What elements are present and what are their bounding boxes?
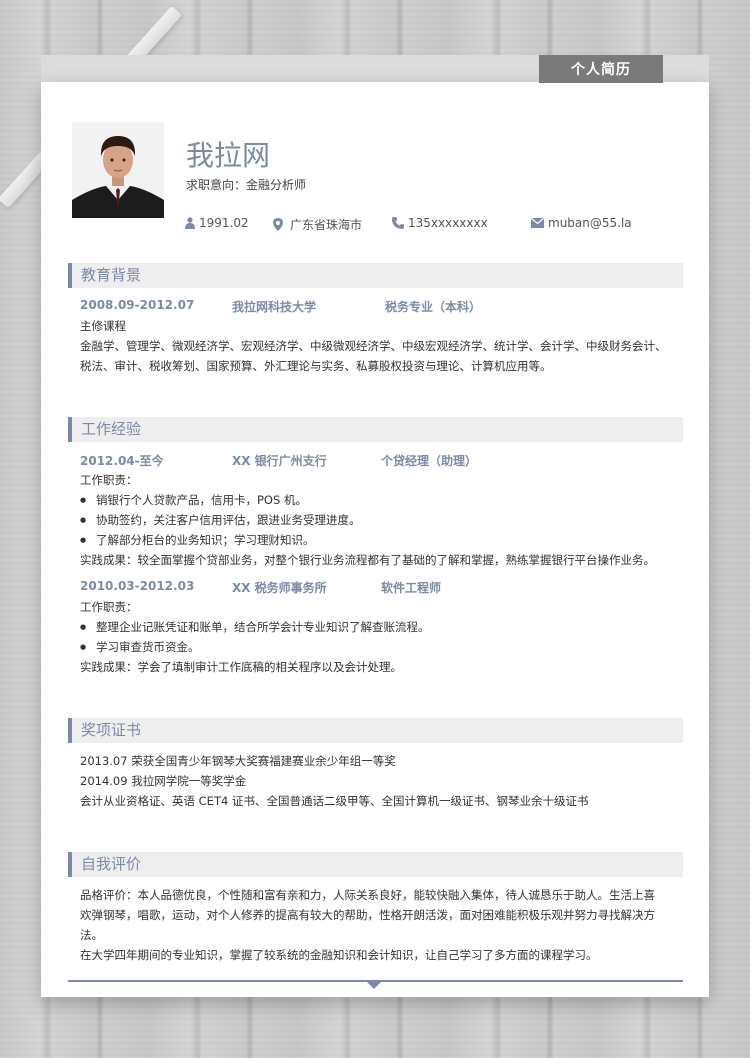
job-1-duty-1: 销银行个人贷款产品，信用卡，POS 机。 <box>80 490 680 510</box>
section-work-title: 工作经验 <box>68 417 683 442</box>
job-1-result: 实践成果：较全面掌握个贷部业务，对整个银行业务流程都有了基础的了解和掌握，熟练掌… <box>80 553 655 567</box>
location-pin-icon <box>273 218 283 231</box>
education-period: 2008.09-2012.07 <box>80 298 195 312</box>
self-line-3: 法。 <box>80 928 103 942</box>
job-2-duty-1: 整理企业记账凭证和账单，结合所学会计专业知识了解查账流程。 <box>80 617 680 637</box>
job-2-duty-2: 学习审查货币资金。 <box>80 637 680 657</box>
job-1-duty-label: 工作职责： <box>80 473 138 487</box>
job-2-company: XX 税务师事务所 <box>232 581 327 595</box>
job-1-company: XX 银行广州支行 <box>232 454 327 468</box>
phone-number: 135xxxxxxxx <box>408 216 488 230</box>
job-2-duty-label: 工作职责： <box>80 600 138 614</box>
birth-date: 1991.02 <box>199 216 249 230</box>
education-school: 我拉网科技大学 <box>232 300 317 314</box>
education-courses-line1: 金融学、管理学、微观经济学、宏观经济学、中级微观经济学、中级宏观经济学、统计学、… <box>80 339 667 353</box>
education-course-label: 主修课程 <box>80 319 126 333</box>
email-address: muban@55.la <box>548 216 632 230</box>
job-1-duty-3: 了解部分柜台的业务知识；学习理财知识。 <box>80 530 680 550</box>
job-2-role: 软件工程师 <box>381 581 442 595</box>
job-intent: 求职意向：金融分析师 <box>186 178 307 192</box>
award-line-2: 2014.09 我拉网学院一等奖学金 <box>80 774 247 788</box>
award-line-3: 会计从业资格证、英语 CET4 证书、全国普通话二级甲等、全国计算机一级证书、钢… <box>80 794 589 808</box>
bottom-arrow-icon <box>367 982 381 989</box>
job-1-period: 2012.04-至今 <box>80 454 164 468</box>
self-line-2: 欢弹钢琴，唱歌，运动，对个人修养的提高有较大的帮助，性格开朗活泼，面对困难能积极… <box>80 908 655 922</box>
section-self-title: 自我评价 <box>68 852 683 877</box>
candidate-name: 我拉网 <box>186 139 271 172</box>
phone-info: 135xxxxxxxx <box>392 216 488 230</box>
person-icon <box>185 217 195 229</box>
avatar-portrait-icon <box>72 122 164 218</box>
job-1-role: 个贷经理（助理） <box>381 454 478 468</box>
job-2-period: 2010.03-2012.03 <box>80 579 195 593</box>
resume-tab: 个人简历 <box>539 55 663 83</box>
birth-info: 1991.02 <box>185 216 249 230</box>
section-awards-title: 奖项证书 <box>68 718 683 743</box>
job-2-result: 实践成果：学会了填制审计工作底稿的相关程序以及会计处理。 <box>80 660 402 674</box>
award-line-1: 2013.07 荣获全国青少年钢琴大奖赛福建赛业余少年组一等奖 <box>80 754 396 768</box>
location-info: 广东省珠海市 <box>273 216 362 233</box>
location-text: 广东省珠海市 <box>290 218 363 232</box>
self-line-1: 品格评价：本人品德优良，个性随和富有亲和力，人际关系良好，能较快融入集体，待人诚… <box>80 888 655 902</box>
avatar <box>72 122 164 218</box>
section-education-title: 教育背景 <box>68 263 683 288</box>
self-line-4: 在大学四年期间的专业知识，掌握了较系统的金融知识和会计知识，让自己学习了多方面的… <box>80 948 598 962</box>
job-1-duty-2: 协助签约，关注客户信用评估，跟进业务受理进度。 <box>80 510 680 530</box>
education-courses-line2: 税法、审计、税收筹划、国家预算、外汇理论与实务、私募股权投资与理论、计算机应用等… <box>80 359 552 373</box>
phone-icon <box>392 217 404 229</box>
email-info: muban@55.la <box>531 216 632 230</box>
education-major: 税务专业（本科） <box>385 300 482 314</box>
mail-icon <box>531 218 544 228</box>
